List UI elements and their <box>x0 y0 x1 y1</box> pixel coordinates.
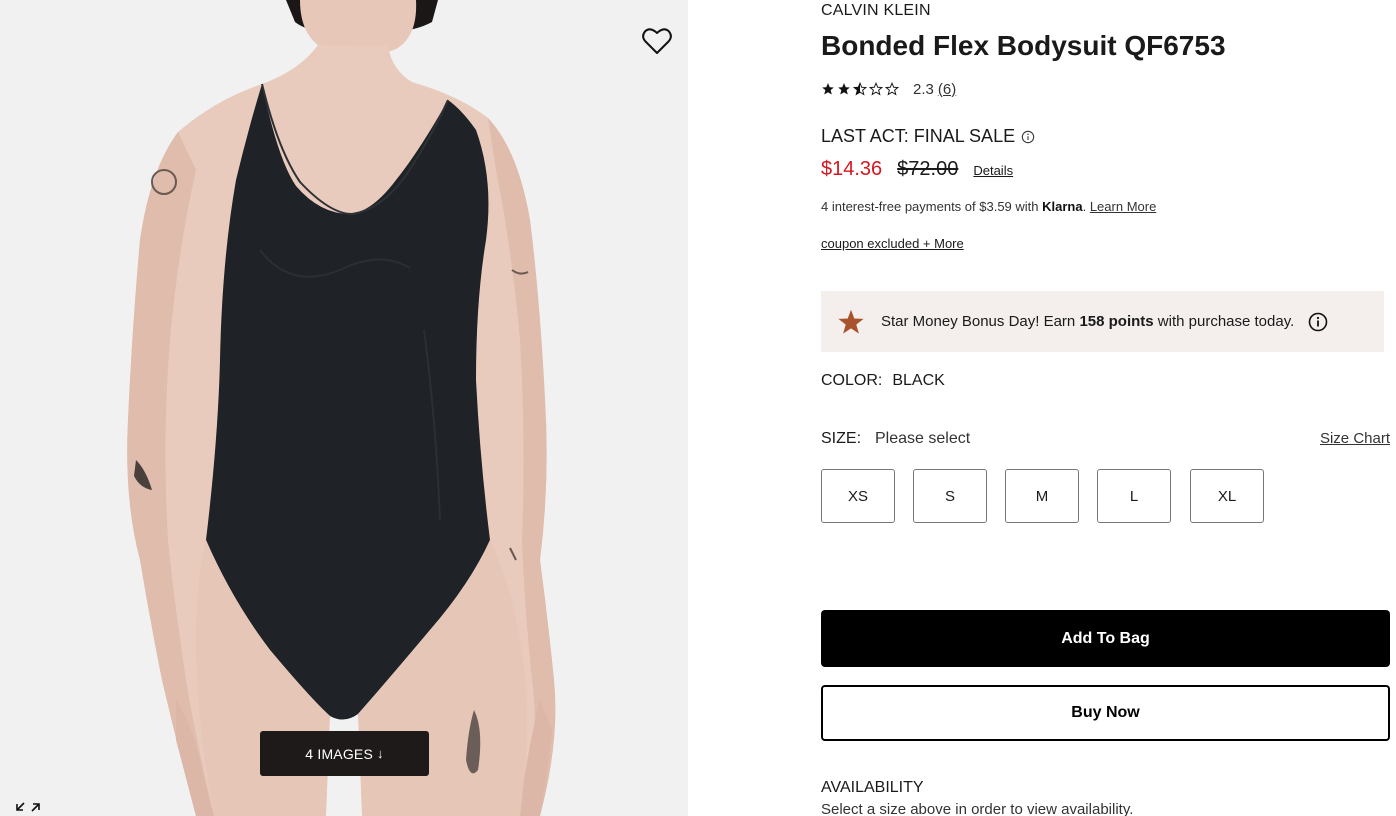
sale-price: $14.36 <box>821 158 883 180</box>
heart-outline-icon <box>642 28 672 54</box>
size-value: Please select <box>875 430 971 447</box>
review-count-link[interactable]: (6) <box>938 81 956 98</box>
color-selector-label: COLOR: BLACK <box>821 372 945 390</box>
buy-now-button[interactable]: Buy Now <box>821 685 1390 741</box>
klarna-learn-more-link[interactable]: Learn More <box>1090 199 1156 214</box>
size-chart-link[interactable]: Size Chart <box>1320 430 1390 447</box>
size-option-s[interactable]: S <box>913 469 987 523</box>
klarna-suffix: . <box>1082 199 1090 214</box>
sale-label-text: LAST ACT: FINAL SALE <box>821 126 1016 146</box>
rating-value: 2.3 <box>913 80 934 98</box>
promo-prefix: Star Money Bonus Day! Earn <box>881 313 1080 330</box>
size-selector-header: SIZE: Please select Size Chart <box>821 430 1390 450</box>
star-empty-icon <box>885 82 899 96</box>
star-empty-icon <box>869 82 883 96</box>
promo-points: 158 points <box>1079 313 1154 330</box>
star-filled-icon <box>838 83 850 95</box>
brand-name[interactable]: CALVIN KLEIN <box>821 2 931 20</box>
star-half-icon <box>853 82 867 96</box>
sale-label: LAST ACT: FINAL SALE <box>821 126 1035 147</box>
size-option-m[interactable]: M <box>1005 469 1079 523</box>
info-icon[interactable] <box>1308 312 1328 332</box>
view-images-label: 4 IMAGES <box>305 745 374 762</box>
star-icon <box>838 309 864 334</box>
expand-arrows-icon <box>16 802 40 812</box>
color-label: COLOR: <box>821 372 883 389</box>
wishlist-button[interactable] <box>638 22 676 60</box>
size-label: SIZE: <box>821 430 862 447</box>
availability-title: AVAILABILITY <box>821 779 924 796</box>
star-money-promo-banner: Star Money Bonus Day! Earn 158 points wi… <box>821 291 1384 352</box>
promo-suffix: with purchase today. <box>1153 313 1295 330</box>
size-option-l[interactable]: L <box>1097 469 1171 523</box>
size-option-xs[interactable]: XS <box>821 469 895 523</box>
promo-text: Star Money Bonus Day! Earn 158 points wi… <box>881 313 1294 330</box>
color-value: BLACK <box>892 372 945 389</box>
rating-row[interactable]: 2.3 (6) <box>821 79 956 99</box>
size-option-xl[interactable]: XL <box>1190 469 1264 523</box>
klarna-message: 4 interest-free payments of $3.59 with K… <box>821 199 1156 214</box>
product-info-panel: CALVIN KLEIN Bonded Flex Bodysuit QF6753… <box>821 0 1396 816</box>
add-to-bag-button[interactable]: Add To Bag <box>821 610 1390 667</box>
availability-text: Select a size above in order to view ava… <box>821 801 1134 816</box>
klarna-logo: Klarna <box>1042 199 1083 214</box>
star-rating <box>821 82 899 96</box>
product-image-panel: 4 IMAGES ↓ <box>0 0 688 816</box>
price-details-link[interactable]: Details <box>973 163 1013 178</box>
star-filled-icon <box>822 83 834 95</box>
product-title: Bonded Flex Bodysuit QF6753 <box>821 30 1226 61</box>
info-icon[interactable] <box>1021 130 1035 144</box>
view-images-button[interactable]: 4 IMAGES ↓ <box>260 731 429 776</box>
original-price: $72.00 <box>897 158 959 180</box>
coupon-link[interactable]: coupon excluded + More <box>821 236 964 251</box>
product-photo[interactable] <box>0 0 688 816</box>
klarna-prefix: 4 interest-free payments of $3.59 with <box>821 199 1043 214</box>
expand-image-button[interactable] <box>14 798 42 816</box>
product-page: 4 IMAGES ↓ CALVIN KLEIN Bonded Flex Body… <box>0 0 1396 816</box>
price-row: $14.36 $72.00 Details <box>821 158 1013 181</box>
arrow-down-icon: ↓ <box>377 746 384 761</box>
